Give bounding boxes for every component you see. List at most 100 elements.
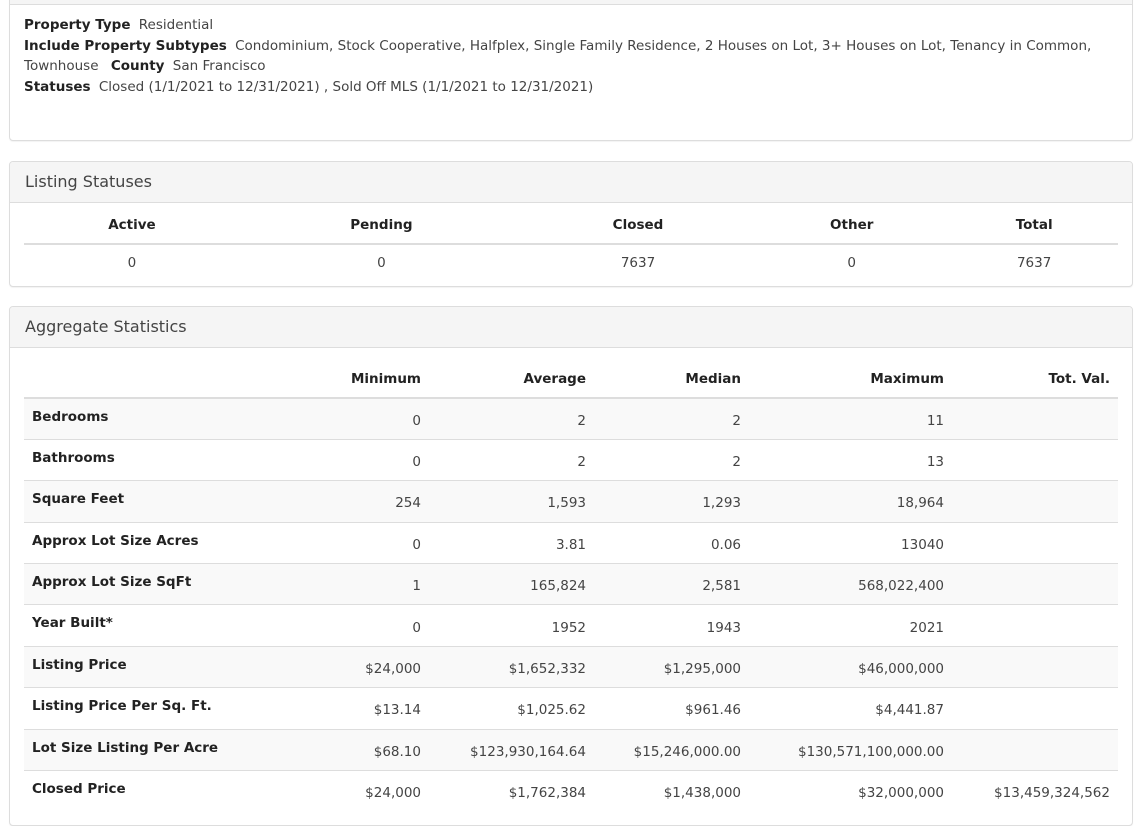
search-criteria-panel: Property Type Residential Include Proper… [9, 0, 1133, 141]
row-label: Lot Size Listing Per Acre [24, 728, 274, 771]
listing-statuses-panel: Listing Statuses Active Pending Closed O… [9, 161, 1133, 287]
average-cell: 3.81 [429, 521, 594, 564]
county-value: San Francisco [172, 58, 266, 74]
total-value-cell [952, 438, 1118, 481]
table-row: Bathrooms 0 2 2 13 [24, 438, 1118, 481]
aggregate-statistics-panel: Aggregate Statistics Minimum Average Med… [9, 306, 1133, 826]
other-count: 0 [847, 255, 857, 271]
row-label: Listing Price Per Sq. Ft. [24, 687, 274, 730]
average-cell: 1952 [429, 604, 594, 647]
column-header-metric [24, 360, 274, 399]
median-cell: 2 [594, 438, 749, 481]
table-row: Listing Price $24,000 $1,652,332 $1,295,… [24, 645, 1118, 688]
minimum-cell: 254 [274, 480, 429, 523]
average-cell: 2 [429, 438, 594, 481]
criteria-line-property-type: Property Type Residential [24, 15, 1118, 36]
median-cell: $15,246,000.00 [594, 728, 749, 771]
total-value-cell [952, 604, 1118, 647]
total-value-cell [952, 398, 1118, 440]
row-label: Year Built* [24, 604, 274, 647]
criteria-body: Property Type Residential Include Proper… [10, 5, 1132, 97]
closed-count: 7637 [620, 255, 656, 271]
median-cell: 1,293 [594, 480, 749, 523]
total-value-cell [952, 687, 1118, 730]
minimum-cell: 0 [274, 604, 429, 647]
minimum-cell: $68.10 [274, 728, 429, 771]
minimum-cell: $13.14 [274, 687, 429, 730]
minimum-cell: $24,000 [274, 645, 429, 688]
maximum-cell: $32,000,000 [749, 770, 952, 812]
column-header-minimum: Minimum [274, 360, 429, 399]
maximum-cell: 568,022,400 [749, 563, 952, 605]
maximum-cell: 13040 [749, 521, 952, 564]
subtypes-label: Include Property Subtypes [24, 37, 227, 54]
median-cell: $1,295,000 [594, 645, 749, 688]
median-cell: 2,581 [594, 563, 749, 605]
aggregate-statistics-table: Minimum Average Median Maximum Tot. Val.… [24, 360, 1118, 812]
average-cell: 2 [429, 398, 594, 440]
statuses-value: Closed (1/1/2021 to 12/31/2021) , Sold O… [98, 78, 594, 95]
aggregate-statistics-title: Aggregate Statistics [10, 307, 1132, 348]
average-cell: $1,652,332 [429, 645, 594, 688]
median-cell: 1943 [594, 604, 749, 647]
table-row: Square Feet 254 1,593 1,293 18,964 [24, 480, 1118, 523]
total-value-cell [952, 480, 1118, 523]
row-label: Closed Price [24, 770, 274, 812]
total-value-cell [952, 645, 1118, 688]
row-label: Square Feet [24, 480, 274, 523]
maximum-cell: $4,441.87 [749, 687, 952, 730]
average-cell: $1,762,384 [429, 770, 594, 812]
column-header-active: Active [24, 203, 240, 245]
column-header-pending: Pending [239, 203, 523, 245]
property-type-value: Residential [138, 17, 214, 33]
median-cell: 0.06 [594, 521, 749, 564]
maximum-cell: $130,571,100,000.00 [749, 728, 952, 771]
county-label: County [110, 58, 165, 74]
table-row: Lot Size Listing Per Acre $68.10 $123,93… [24, 728, 1118, 771]
minimum-cell: 0 [274, 521, 429, 564]
listing-statuses-title: Listing Statuses [10, 162, 1132, 203]
maximum-cell: 13 [749, 438, 952, 481]
listing-statuses-values-row: 0 0 7637 0 7637 [24, 244, 1118, 281]
total-value-cell [952, 728, 1118, 771]
statuses-label: Statuses [24, 78, 91, 95]
maximum-cell: $46,000,000 [749, 645, 952, 688]
total-value-cell: $13,459,324,562 [952, 770, 1118, 812]
average-cell: $123,930,164.64 [429, 728, 594, 771]
minimum-cell: 0 [274, 438, 429, 481]
minimum-cell: 1 [274, 563, 429, 605]
column-header-total-value: Tot. Val. [952, 360, 1118, 399]
criteria-line-subtypes: Include Property Subtypes Condominium, S… [24, 36, 1118, 77]
pending-count: 0 [377, 255, 386, 271]
row-label: Bedrooms [24, 398, 274, 440]
column-header-average: Average [429, 360, 594, 399]
table-row: Year Built* 0 1952 1943 2021 [24, 604, 1118, 647]
listing-statuses-table: Active Pending Closed Other Total 0 0 76… [24, 203, 1118, 281]
aggregate-header-row: Minimum Average Median Maximum Tot. Val. [24, 360, 1118, 399]
column-header-maximum: Maximum [749, 360, 952, 399]
median-cell: $1,438,000 [594, 770, 749, 812]
total-count: 7637 [1016, 255, 1052, 271]
minimum-cell: 0 [274, 398, 429, 440]
maximum-cell: 2021 [749, 604, 952, 647]
average-cell: 165,824 [429, 563, 594, 605]
column-header-total: Total [950, 203, 1118, 245]
maximum-cell: 18,964 [749, 480, 952, 523]
table-row: Listing Price Per Sq. Ft. $13.14 $1,025.… [24, 687, 1118, 730]
table-row: Bedrooms 0 2 2 11 [24, 398, 1118, 440]
row-label: Bathrooms [24, 438, 274, 481]
row-label: Approx Lot Size Acres [24, 521, 274, 564]
minimum-cell: $24,000 [274, 770, 429, 812]
table-row: Approx Lot Size SqFt 1 165,824 2,581 568… [24, 563, 1118, 605]
average-cell: 1,593 [429, 480, 594, 523]
criteria-line-statuses: Statuses Closed (1/1/2021 to 12/31/2021)… [24, 77, 1118, 98]
row-label: Listing Price [24, 645, 274, 688]
table-row: Approx Lot Size Acres 0 3.81 0.06 13040 [24, 521, 1118, 564]
row-label: Approx Lot Size SqFt [24, 563, 274, 605]
property-type-label: Property Type [24, 17, 131, 33]
table-row: Closed Price $24,000 $1,762,384 $1,438,0… [24, 770, 1118, 812]
active-count: 0 [127, 255, 137, 271]
total-value-cell [952, 521, 1118, 564]
maximum-cell: 11 [749, 398, 952, 440]
column-header-other: Other [753, 203, 951, 245]
